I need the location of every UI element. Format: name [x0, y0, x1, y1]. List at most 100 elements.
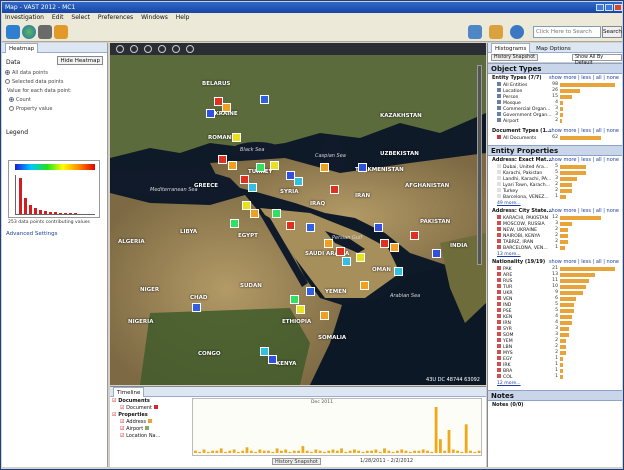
update-search-icon[interactable]	[510, 25, 524, 39]
histogram-links[interactable]: show more | less | all | none	[549, 258, 619, 266]
radio-count[interactable]: Count	[9, 97, 107, 104]
heatmap-cell[interactable]	[390, 243, 399, 252]
menu-help[interactable]: Help	[176, 14, 190, 21]
folder-icon[interactable]	[6, 25, 20, 39]
histogram-row[interactable]: Barcelona, VENEZ... 1	[488, 194, 622, 200]
heatmap-cell[interactable]	[336, 247, 345, 256]
heatmap-cell[interactable]	[290, 295, 299, 304]
heatmap-cell[interactable]	[232, 133, 241, 142]
history-snapshot-button[interactable]: History Snapshot	[272, 458, 321, 465]
heatmap-cell[interactable]	[248, 183, 257, 192]
notes-subtitle[interactable]: Notes (0/0)	[488, 401, 622, 409]
tree-documents[interactable]: ☑ Documents	[112, 398, 190, 405]
network-icon[interactable]	[38, 25, 52, 39]
heatmap-cell[interactable]	[218, 155, 227, 164]
tree-address[interactable]: ☑ Address	[112, 419, 190, 426]
menu-select[interactable]: Select	[71, 14, 90, 21]
menu-edit[interactable]: Edit	[52, 14, 64, 21]
search-input[interactable]: Click Here to Search	[533, 26, 601, 38]
address-city-title[interactable]: Address: City State... show more | less |…	[488, 207, 622, 215]
histogram-links[interactable]: show more | less | all | none	[549, 207, 619, 215]
advanced-settings-toggle[interactable]: Advanced Settings	[6, 231, 57, 237]
radio-property-value[interactable]: Property value	[9, 106, 107, 113]
heatmap-cell[interactable]	[358, 163, 367, 172]
heatmap-cell[interactable]	[374, 223, 383, 232]
radio-selected-data[interactable]: Selected data points	[5, 79, 107, 86]
entity-types-title[interactable]: Entity Types (7/7) show more | less | all…	[488, 74, 622, 82]
info-icon[interactable]	[54, 25, 68, 39]
tab-map-options[interactable]: Map Options	[536, 46, 571, 52]
histogram-row[interactable]: BARCELONA, VEN... 1	[488, 245, 622, 251]
document-types-title[interactable]: Document Types (1... show more | less | a…	[488, 127, 622, 135]
heatmap-cell[interactable]	[306, 223, 315, 232]
hide-heatmap-button[interactable]: Hide Heatmap	[57, 56, 103, 65]
tab-heatmap[interactable]: Heatmap	[5, 43, 39, 53]
map-measure-icon[interactable]	[186, 45, 194, 53]
menu-investigation[interactable]: Investigation	[5, 14, 44, 21]
map-pan-icon[interactable]	[144, 45, 152, 53]
nationality-more-link[interactable]: 12 more...	[488, 380, 622, 387]
maximize-button[interactable]	[605, 4, 613, 11]
map-view[interactable]: BELARUS UKRAINE KAZAKHSTAN UZBEKISTAN TU…	[110, 43, 486, 385]
minimize-button[interactable]	[596, 4, 604, 11]
histogram-row[interactable]: Airport 2	[488, 118, 622, 124]
heatmap-cell[interactable]	[230, 219, 239, 228]
histogram-links[interactable]: show more | less | all | none	[549, 74, 619, 82]
search-button[interactable]: Search	[602, 26, 622, 38]
address-city-more-link[interactable]: 13 more...	[488, 251, 622, 258]
heatmap-cell[interactable]	[268, 355, 277, 364]
heatmap-cell[interactable]	[330, 185, 339, 194]
map-zoom-out-icon[interactable]	[130, 45, 138, 53]
heatmap-cell[interactable]	[320, 163, 329, 172]
histogram-links[interactable]: show more | less | all | none	[549, 156, 619, 164]
heatmap-cell[interactable]	[432, 249, 441, 258]
heatmap-cell[interactable]	[324, 239, 333, 248]
tree-location-name[interactable]: ☑ Location Na...	[112, 433, 190, 440]
heatmap-cell[interactable]	[270, 161, 279, 170]
address-exact-more-link[interactable]: 49 more...	[488, 200, 622, 207]
tree-document[interactable]: ☑ Document	[112, 405, 190, 412]
heatmap-cell[interactable]	[296, 305, 305, 314]
load-icon[interactable]	[468, 25, 482, 39]
map-select-icon[interactable]	[158, 45, 166, 53]
heatmap-cell[interactable]	[260, 95, 269, 104]
map-zoom-in-icon[interactable]	[116, 45, 124, 53]
timeline-chart[interactable]: Dec 2011	[192, 398, 482, 456]
update-icon[interactable]	[489, 25, 503, 39]
close-button[interactable]	[614, 4, 622, 11]
map-lasso-icon[interactable]	[172, 45, 180, 53]
histogram-row[interactable]: All Documents 62	[488, 135, 622, 141]
radio-all-data[interactable]: All data points	[5, 70, 107, 77]
heatmap-cell[interactable]	[294, 177, 303, 186]
heatmap-cell[interactable]	[272, 209, 281, 218]
tab-histograms[interactable]: Histograms	[491, 43, 531, 53]
histogram-links[interactable]: show more | less | all | none	[549, 127, 619, 135]
heatmap-cell[interactable]	[206, 109, 215, 118]
heatmap-cell[interactable]	[228, 161, 237, 170]
nationality-title[interactable]: Nationality (19/19) show more | less | al…	[488, 258, 622, 266]
heatmap-cell[interactable]	[256, 163, 265, 172]
tab-timeline[interactable]: Timeline	[113, 387, 145, 397]
histogram-row[interactable]: COL 1	[488, 374, 622, 380]
heatmap-cell[interactable]	[356, 253, 365, 262]
heatmap-cell[interactable]	[342, 257, 351, 266]
map-zoom-slider[interactable]	[477, 65, 482, 265]
heatmap-cell[interactable]	[250, 209, 259, 218]
globe-icon[interactable]	[22, 25, 36, 39]
history-snapshot-dropdown[interactable]: History Snapshot	[491, 54, 539, 61]
heatmap-cell[interactable]	[306, 287, 315, 296]
menu-windows[interactable]: Windows	[141, 14, 168, 21]
heatmap-cell[interactable]	[192, 303, 201, 312]
heatmap-cell[interactable]	[394, 267, 403, 276]
heatmap-cell[interactable]	[286, 221, 295, 230]
heatmap-cell[interactable]	[380, 239, 389, 248]
tree-properties[interactable]: ☑ Properties	[112, 412, 190, 419]
menu-preferences[interactable]: Preferences	[98, 14, 133, 21]
heatmap-cell[interactable]	[222, 103, 231, 112]
address-exact-title[interactable]: Address: Exact Mat... show more | less | …	[488, 156, 622, 164]
sort-dropdown[interactable]: Show All By Default	[572, 54, 622, 66]
tree-airport[interactable]: ☑ Airport	[112, 426, 190, 433]
heatmap-cell[interactable]	[320, 311, 329, 320]
heatmap-cell[interactable]	[410, 231, 419, 240]
heatmap-cell[interactable]	[360, 281, 369, 290]
